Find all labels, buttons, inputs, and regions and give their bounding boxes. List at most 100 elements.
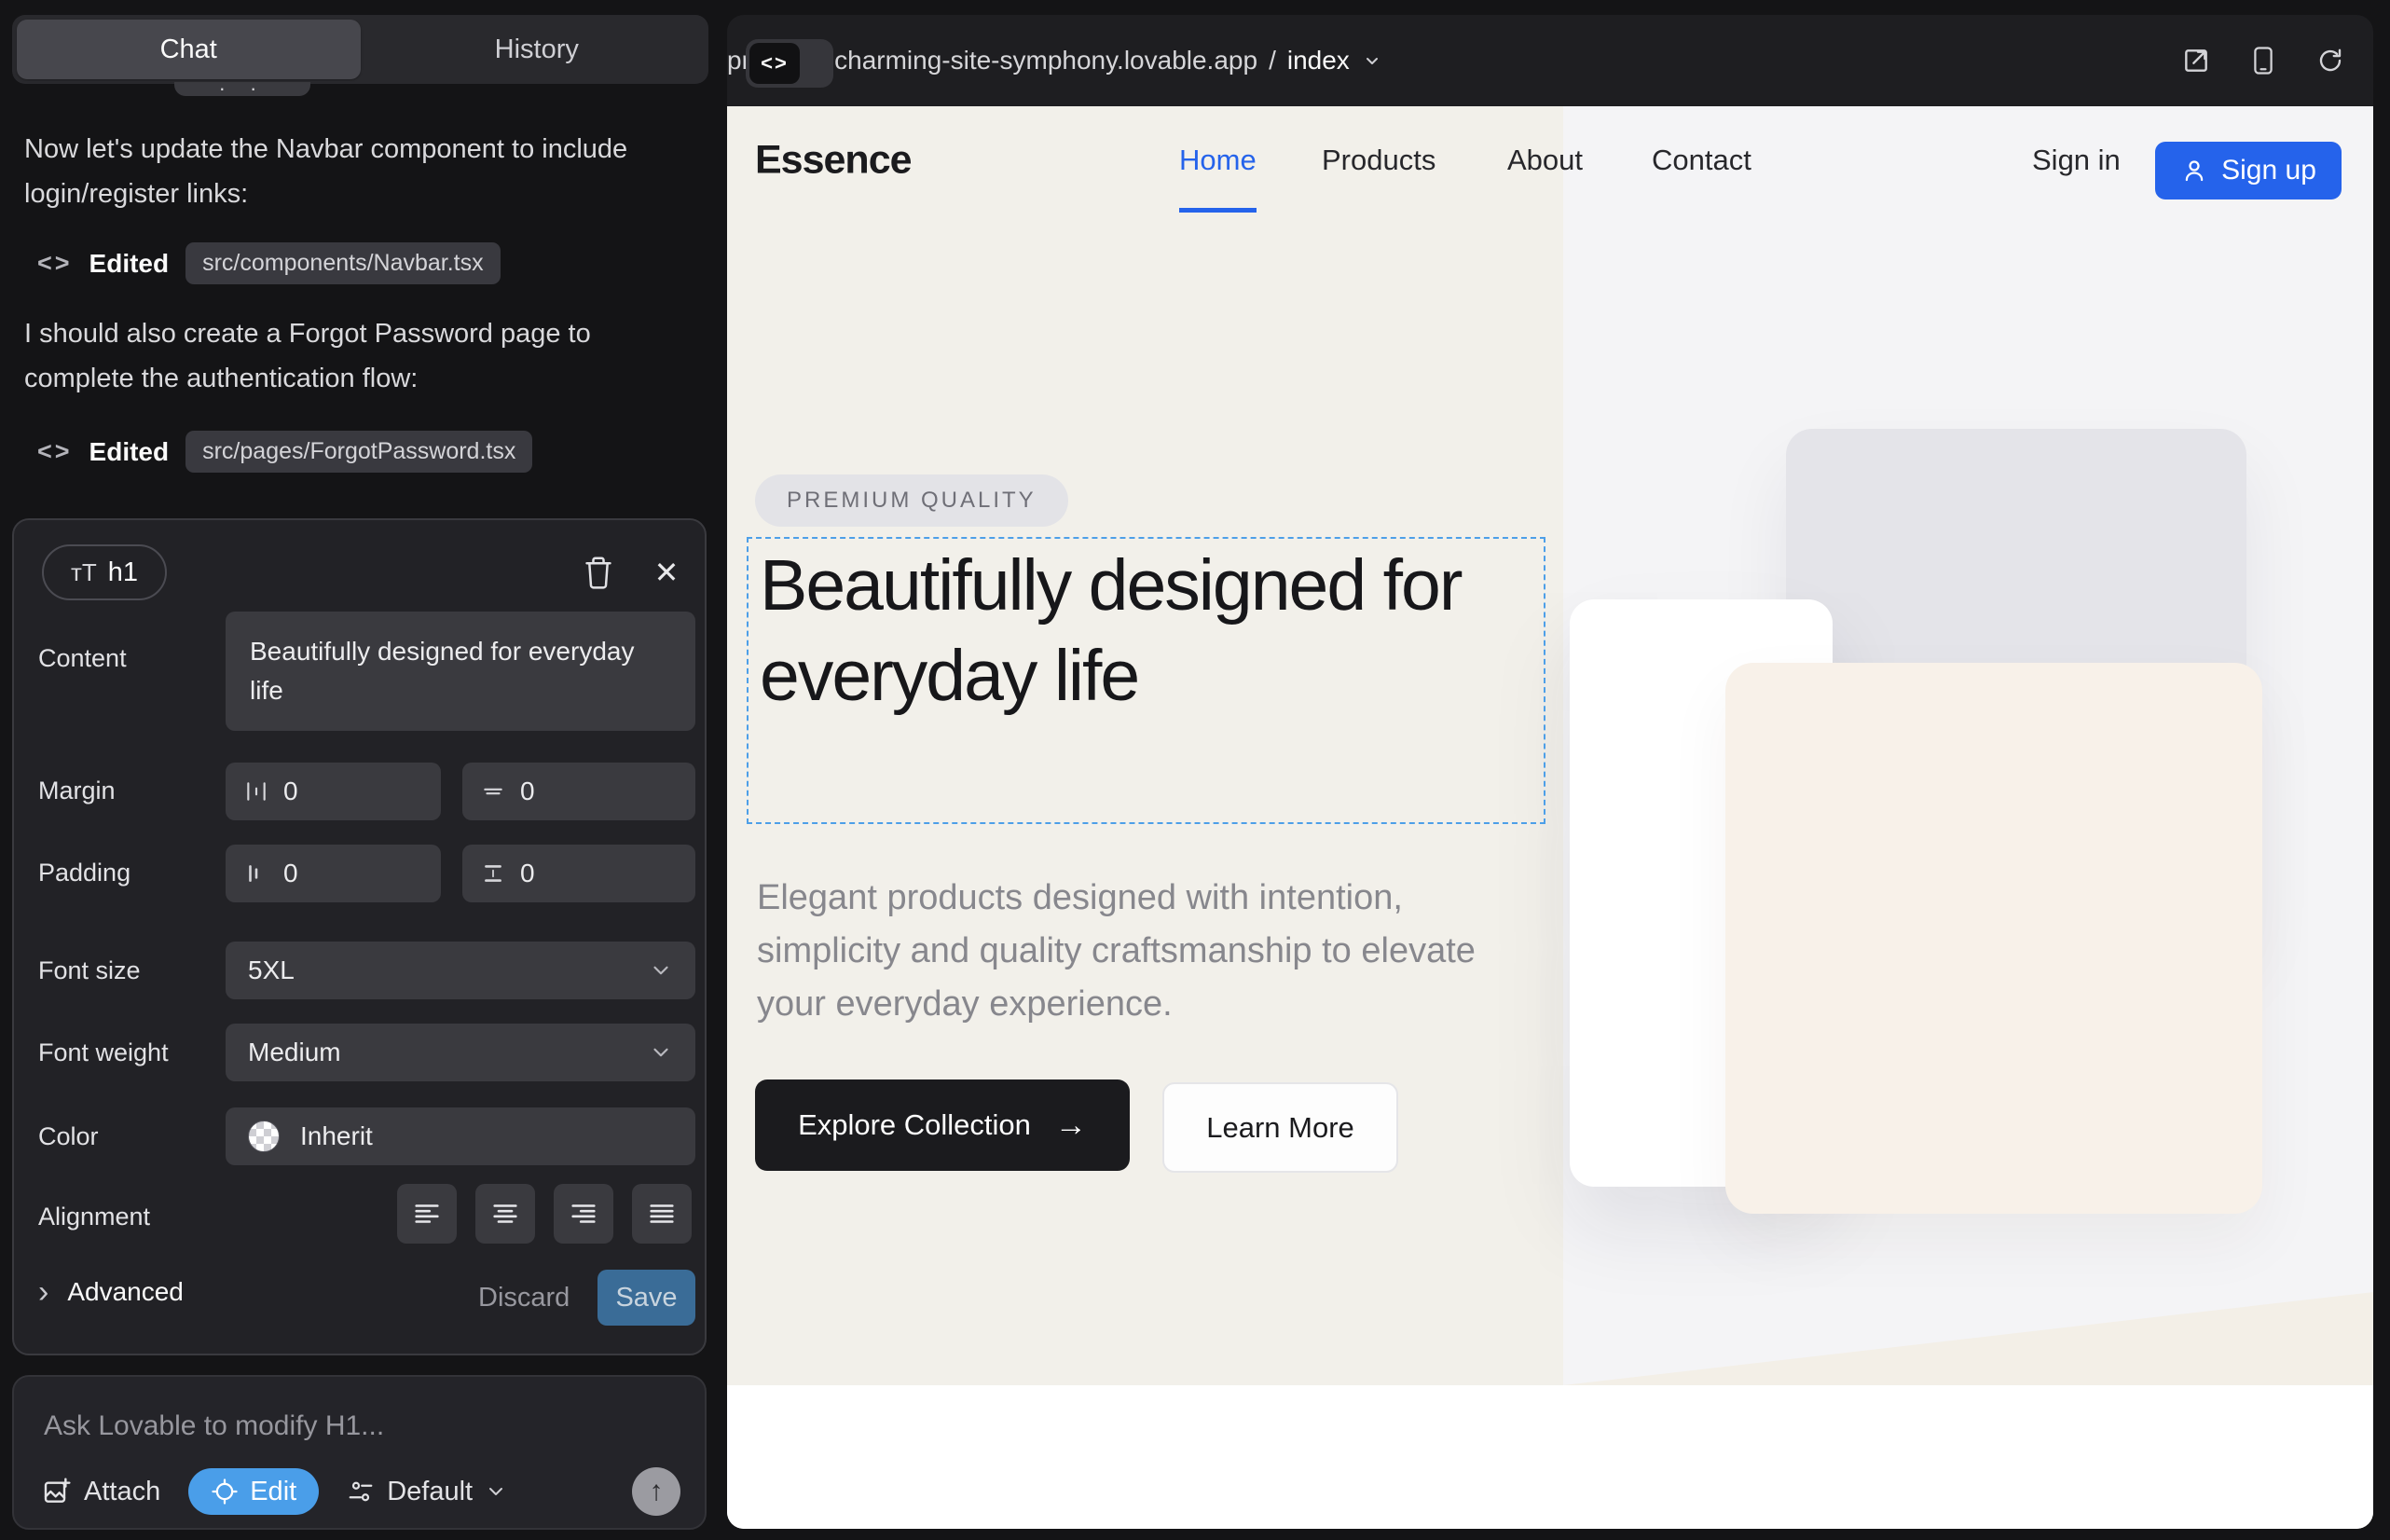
send-button[interactable]: ↑	[632, 1467, 680, 1516]
color-swatch-transparent	[248, 1121, 280, 1152]
font-weight-select[interactable]: Medium	[226, 1024, 695, 1081]
edited-file-row: <> Edited src/pages/ForgotPassword.tsx	[37, 431, 532, 473]
default-label: Default	[387, 1477, 473, 1507]
edited-label: Edited	[89, 249, 170, 279]
browser-actions	[2176, 15, 2351, 106]
content-textarea[interactable]: Beautifully designed for everyday life	[226, 612, 695, 731]
edited-file-pill[interactable]: src/components/Navbar.tsx	[185, 242, 501, 284]
font-weight-value: Medium	[248, 1038, 341, 1067]
edit-mode-button[interactable]: Edit	[188, 1468, 319, 1515]
chat-history-tabbar: Chat History	[12, 15, 708, 84]
typography-icon: тT	[71, 558, 97, 587]
refresh-icon	[2316, 47, 2344, 75]
margin-vertical-icon	[481, 779, 505, 804]
trash-icon	[583, 556, 614, 589]
content-label: Content	[38, 644, 127, 673]
composer-input[interactable]: Ask Lovable to modify H1...	[44, 1410, 384, 1442]
chevron-right-icon: ›	[38, 1279, 48, 1305]
padding-x-value: 0	[283, 859, 298, 888]
user-icon	[2180, 157, 2208, 185]
mobile-view-button[interactable]	[2243, 40, 2284, 81]
attach-image-icon	[42, 1477, 72, 1506]
sign-in-link[interactable]: Sign in	[2032, 144, 2121, 177]
target-icon	[211, 1478, 239, 1506]
discard-button[interactable]: Discard	[478, 1283, 570, 1313]
tab-chat[interactable]: Chat	[17, 20, 361, 79]
url-path: index	[1287, 46, 1350, 76]
font-size-select[interactable]: 5XL	[226, 942, 695, 999]
composer-toolbar: Attach Edit Default ↑	[42, 1466, 680, 1517]
align-right-button[interactable]	[554, 1184, 613, 1244]
open-in-new-tab-button[interactable]	[2176, 40, 2217, 81]
align-center-icon	[489, 1198, 521, 1230]
align-justify-icon	[646, 1198, 678, 1230]
color-select[interactable]: Inherit	[226, 1107, 695, 1165]
chat-composer: Ask Lovable to modify H1... Attach Edit	[12, 1375, 707, 1530]
font-weight-label: Font weight	[38, 1038, 169, 1067]
edited-file-pill[interactable]: src/pages/ForgotPassword.tsx	[185, 431, 532, 473]
nav-link-about[interactable]: About	[1507, 144, 1583, 177]
margin-y-value: 0	[520, 777, 535, 806]
selected-element-pill: тT h1	[42, 544, 167, 600]
hero-description: Elegant products designed with intention…	[757, 872, 1493, 1031]
alignment-label: Alignment	[38, 1203, 150, 1231]
advanced-toggle[interactable]: › Advanced	[38, 1277, 184, 1307]
sliders-icon	[347, 1478, 375, 1506]
smartphone-icon	[2249, 46, 2277, 76]
padding-y-input[interactable]: 0	[462, 845, 695, 902]
margin-x-input[interactable]: 0	[226, 763, 441, 820]
explore-collection-button[interactable]: Explore Collection →	[755, 1079, 1130, 1171]
align-center-button[interactable]	[475, 1184, 535, 1244]
align-left-button[interactable]	[397, 1184, 457, 1244]
sign-up-label: Sign up	[2221, 155, 2316, 186]
site-navbar: Essence Home Products About Contact Sign…	[727, 106, 2373, 213]
color-value: Inherit	[300, 1121, 373, 1151]
chevron-down-icon	[649, 1040, 673, 1065]
align-left-icon	[411, 1198, 443, 1230]
model-default-selector[interactable]: Default	[347, 1477, 507, 1507]
arrow-right-icon: →	[1055, 1107, 1087, 1144]
tab-history[interactable]: History	[365, 15, 709, 84]
margin-x-value: 0	[283, 777, 298, 806]
chevron-down-icon	[1361, 49, 1383, 72]
chevron-down-icon	[649, 958, 673, 983]
close-icon: ✕	[654, 555, 680, 590]
element-inspector-panel: тT h1 ✕ Content Beautifully designed for…	[12, 518, 707, 1355]
assistant-message: I should also create a Forgot Password p…	[24, 311, 682, 401]
refresh-button[interactable]	[2310, 40, 2351, 81]
code-icon: <>	[749, 43, 800, 84]
font-size-value: 5XL	[248, 956, 295, 985]
external-link-icon	[2181, 46, 2211, 76]
close-inspector-button[interactable]: ✕	[646, 552, 687, 593]
padding-label: Padding	[38, 859, 130, 887]
element-tag-label: h1	[108, 557, 138, 588]
padding-horizontal-icon	[244, 861, 268, 886]
align-justify-button[interactable]	[632, 1184, 692, 1244]
scrolled-badge-dots: · ·	[219, 82, 267, 96]
padding-y-value: 0	[520, 859, 535, 888]
code-view-toggle[interactable]: <>	[746, 39, 833, 88]
browser-topbar: <> preview--charming-site-symphony.lovab…	[727, 15, 2373, 106]
delete-element-button[interactable]	[578, 552, 619, 593]
padding-vertical-icon	[481, 861, 505, 886]
nav-link-products[interactable]: Products	[1322, 144, 1435, 177]
advanced-label: Advanced	[67, 1277, 184, 1307]
sign-up-button[interactable]: Sign up	[2155, 142, 2342, 199]
margin-y-input[interactable]: 0	[462, 763, 695, 820]
site-logo[interactable]: Essence	[755, 137, 912, 183]
section-below-hero	[727, 1385, 2373, 1529]
attach-label: Attach	[84, 1477, 160, 1507]
selected-h1-element[interactable]: Beautifully designed for everyday life	[747, 537, 1545, 824]
edited-file-row: <> Edited src/components/Navbar.tsx	[37, 242, 501, 284]
edited-label: Edited	[89, 437, 170, 467]
save-button[interactable]: Save	[598, 1270, 695, 1326]
nav-link-contact[interactable]: Contact	[1652, 144, 1751, 177]
nav-link-home[interactable]: Home	[1179, 144, 1257, 177]
scrolled-badge-partial: · ·	[174, 82, 310, 96]
hero-heading: Beautifully designed for everyday life	[760, 541, 1524, 722]
send-arrow-icon: ↑	[650, 1476, 664, 1507]
padding-x-input[interactable]: 0	[226, 845, 441, 902]
learn-more-button[interactable]: Learn More	[1162, 1082, 1398, 1173]
attach-button[interactable]: Attach	[42, 1477, 160, 1507]
color-label: Color	[38, 1122, 99, 1151]
